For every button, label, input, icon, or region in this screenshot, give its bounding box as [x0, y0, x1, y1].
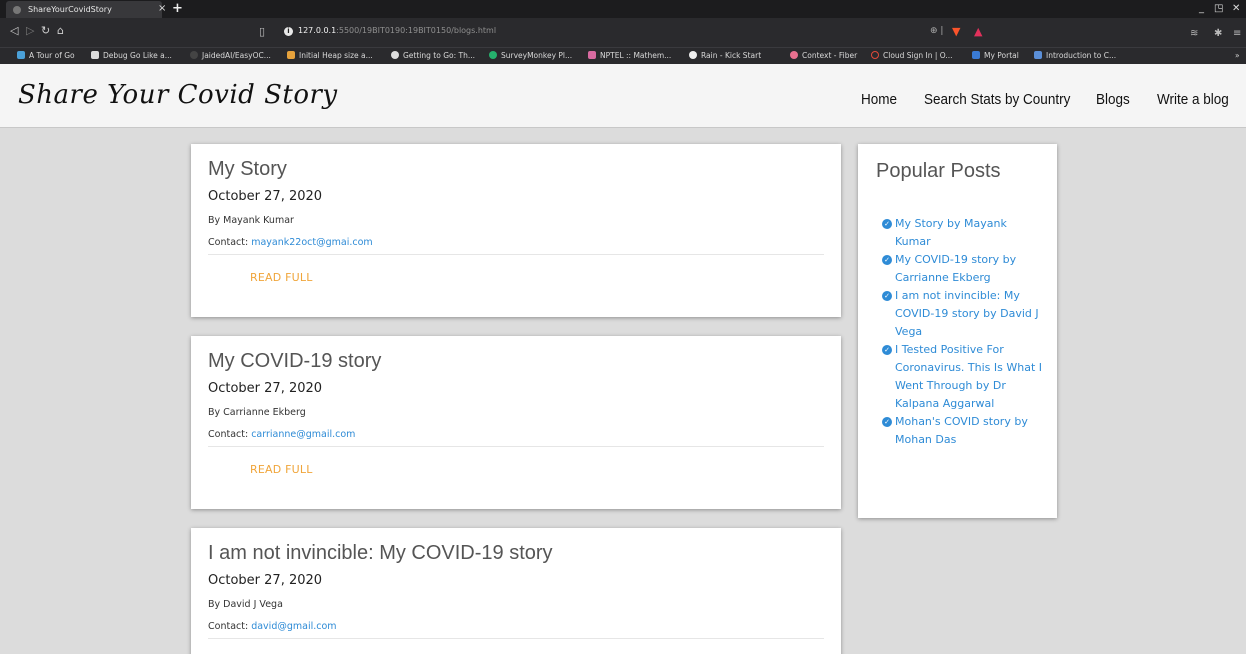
address-bar[interactable]: i 127.0.0.1:5500/19BIT0190:19BIT0150/blo…	[280, 22, 990, 42]
blog-date: October 27, 2020	[208, 573, 323, 588]
read-full-link[interactable]: READ FULL	[250, 271, 313, 284]
site-header: Share Your Covid Story Home Search Stats…	[0, 64, 1246, 128]
divider	[208, 446, 824, 447]
blog-author: By Carrianne Ekberg	[208, 407, 306, 418]
google-icon	[689, 51, 697, 59]
bookmark-item[interactable]: Rain - Kick Start	[689, 51, 761, 60]
oracle-icon	[871, 51, 879, 59]
browser-tab[interactable]: ShareYourCovidStory	[6, 1, 162, 18]
nav-blogs[interactable]: Blogs	[1096, 91, 1130, 108]
bookmark-item[interactable]: Introduction to C...	[1034, 51, 1116, 60]
check-circle-icon: ✓	[882, 219, 892, 229]
fiber-icon	[790, 51, 798, 59]
bookmark-favicon	[1034, 51, 1042, 59]
bookmark-item[interactable]: My Portal	[972, 51, 1019, 60]
blog-card: My COVID-19 story October 27, 2020 By Ca…	[191, 336, 841, 509]
blog-card: My Story October 27, 2020 By Mayank Kuma…	[191, 144, 841, 317]
nptel-icon	[588, 51, 596, 59]
browser-tab-bar: ShareYourCovidStory × + _ ◳ ✕	[0, 0, 1246, 18]
divider	[208, 638, 824, 639]
stackoverflow-icon	[287, 51, 295, 59]
popular-posts-title: Popular Posts	[876, 160, 1001, 182]
blog-author: By David J Vega	[208, 599, 283, 610]
popular-post-link[interactable]: ✓ I am not invincible: My COVID-19 story …	[882, 287, 1042, 341]
menu-icon[interactable]: ≡	[1233, 28, 1241, 40]
browser-toolbar: ◁ ▷ ↻ ⌂ ▯ i 127.0.0.1:5500/19BIT0190:19B…	[0, 18, 1246, 47]
blog-title: I am not invincible: My COVID-19 story	[208, 542, 553, 564]
bookmark-item[interactable]: Context - Fiber	[790, 51, 857, 60]
blog-contact: Contact: carrianne@gmail.com	[208, 429, 356, 440]
nav-search-stats[interactable]: Search Stats by Country	[924, 91, 1070, 108]
bookmarks-overflow[interactable]: »	[1235, 51, 1240, 60]
bookmark-item[interactable]: Initial Heap size a...	[287, 51, 373, 60]
blog-title: My COVID-19 story	[208, 350, 382, 372]
nav-write-blog[interactable]: Write a blog	[1157, 91, 1229, 108]
extensions-icon[interactable]: ✱	[1214, 28, 1222, 40]
popular-post-link[interactable]: ✓ I Tested Positive For Coronavirus. This…	[882, 341, 1042, 413]
blog-contact: Contact: mayank22oct@gmai.com	[208, 237, 373, 248]
blog-date: October 27, 2020	[208, 189, 323, 204]
back-icon[interactable]: ◁	[10, 25, 18, 37]
brave-rewards-icon[interactable]: ▲	[974, 25, 982, 38]
tab-close-icon[interactable]: ×	[158, 0, 166, 18]
surveymonkey-icon	[489, 51, 497, 59]
contact-email-link[interactable]: carrianne@gmail.com	[251, 429, 355, 440]
maximize-icon[interactable]: ◳	[1214, 0, 1223, 18]
medium-icon	[91, 51, 99, 59]
blog-date: October 27, 2020	[208, 381, 323, 396]
bookmark-favicon	[391, 51, 399, 59]
nav-home[interactable]: Home	[861, 91, 897, 108]
close-window-icon[interactable]: ✕	[1232, 0, 1240, 18]
globe-icon	[13, 6, 21, 14]
new-tab-button[interactable]: +	[172, 0, 183, 17]
zoom-icon[interactable]: ⊕ |	[930, 26, 943, 36]
bookmark-item[interactable]: JaidedAI/EasyOC...	[190, 51, 271, 60]
bookmarks-bar: A Tour of Go Debug Go Like a... JaidedAI…	[0, 47, 1246, 64]
brave-shields-icon[interactable]: ▼	[952, 25, 960, 38]
blog-card: I am not invincible: My COVID-19 story O…	[191, 528, 841, 654]
contact-email-link[interactable]: mayank22oct@gmai.com	[251, 237, 372, 248]
blog-contact: Contact: david@gmail.com	[208, 621, 337, 632]
check-circle-icon: ✓	[882, 345, 892, 355]
bookmark-favicon	[17, 51, 25, 59]
url-text: 127.0.0.1:5500/19BIT0190:19BIT0150/blogs…	[298, 26, 497, 35]
popular-posts-list: ✓ My Story by Mayank Kumar ✓ My COVID-19 s…	[882, 215, 1042, 449]
tab-title: ShareYourCovidStory	[28, 5, 112, 14]
bookmark-item[interactable]: A Tour of Go	[17, 51, 75, 60]
check-circle-icon: ✓	[882, 417, 892, 427]
home-icon[interactable]: ⌂	[57, 25, 64, 37]
bookmark-item[interactable]: Getting to Go: Th...	[391, 51, 475, 60]
blog-author: By Mayank Kumar	[208, 215, 294, 226]
check-circle-icon: ✓	[882, 291, 892, 301]
popular-post-link[interactable]: ✓ My COVID-19 story by Carrianne Ekberg	[882, 251, 1042, 287]
site-logo[interactable]: Share Your Covid Story	[18, 80, 338, 110]
popular-post-link[interactable]: ✓ My Story by Mayank Kumar	[882, 215, 1042, 251]
contact-email-link[interactable]: david@gmail.com	[251, 621, 336, 632]
minimize-icon[interactable]: _	[1199, 0, 1204, 18]
reload-icon[interactable]: ↻	[41, 25, 50, 37]
bookmark-item[interactable]: NPTEL :: Mathem...	[588, 51, 671, 60]
portal-icon	[972, 51, 980, 59]
forward-icon[interactable]: ▷	[26, 25, 34, 37]
bookmark-item[interactable]: Cloud Sign In | O...	[871, 51, 953, 60]
check-circle-icon: ✓	[882, 255, 892, 265]
bookmark-icon[interactable]: ▯	[259, 25, 265, 38]
reading-list-icon[interactable]: ≋	[1190, 28, 1198, 40]
bookmark-item[interactable]: SurveyMonkey Pl...	[489, 51, 572, 60]
popular-post-link[interactable]: ✓ Mohan's COVID story by Mohan Das	[882, 413, 1042, 449]
read-full-link[interactable]: READ FULL	[250, 463, 313, 476]
popular-posts-panel: Popular Posts ✓ My Story by Mayank Kumar …	[858, 144, 1057, 518]
blog-title: My Story	[208, 158, 287, 180]
github-icon	[190, 51, 198, 59]
bookmark-item[interactable]: Debug Go Like a...	[91, 51, 172, 60]
divider	[208, 254, 824, 255]
site-info-icon[interactable]: i	[284, 27, 293, 36]
